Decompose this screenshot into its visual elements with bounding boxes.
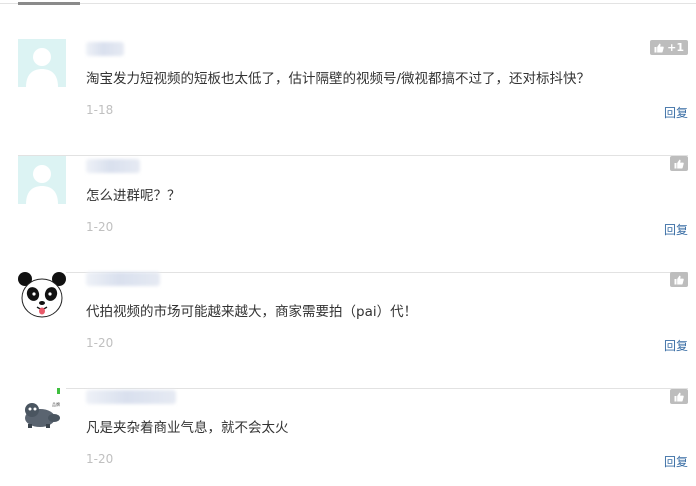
username[interactable] bbox=[86, 390, 176, 404]
comment-date: 1-20 bbox=[86, 336, 114, 350]
comment-item: 怎么进群呢？？ 1-20 回复 bbox=[0, 156, 696, 273]
username[interactable] bbox=[86, 159, 140, 173]
panda-avatar-icon bbox=[18, 272, 66, 320]
thumbs-up-icon bbox=[674, 392, 684, 401]
comment-text: 凡是夹杂着商业气息，就不会太火 bbox=[86, 420, 289, 436]
reply-link[interactable]: 回复 bbox=[664, 453, 688, 470]
comment-item: 代拍视频的市场可能越来越大，商家需要拍（pai）代！ 1-20 回复 bbox=[0, 272, 696, 389]
like-count: +1 bbox=[667, 41, 684, 54]
comment-date: 1-18 bbox=[86, 103, 114, 117]
comment-text: 淘宝发力短视频的短板也太低了，估计隔壁的视频号/微视都搞不过了，还对标抖快？ bbox=[86, 71, 591, 87]
default-user-icon bbox=[18, 156, 66, 204]
reply-link[interactable]: 回复 bbox=[664, 337, 688, 354]
top-divider bbox=[0, 3, 696, 4]
avatar[interactable]: 品牌 bbox=[18, 388, 66, 436]
thumbs-up-icon bbox=[674, 275, 684, 284]
thumbs-up-icon bbox=[654, 43, 664, 52]
comment-item: +1 淘宝发力短视频的短板也太低了，估计隔壁的视频号/微视都搞不过了，还对标抖快… bbox=[0, 39, 696, 156]
comment-text: 代拍视频的市场可能越来越大，商家需要拍（pai）代！ bbox=[86, 304, 418, 320]
avatar[interactable] bbox=[18, 156, 66, 204]
avatar[interactable] bbox=[18, 272, 66, 320]
reply-link[interactable]: 回复 bbox=[664, 104, 688, 121]
like-button[interactable] bbox=[670, 156, 688, 171]
default-user-icon bbox=[18, 39, 66, 87]
svg-text:品牌: 品牌 bbox=[52, 401, 60, 407]
like-button[interactable] bbox=[670, 389, 688, 404]
reply-link[interactable]: 回复 bbox=[664, 221, 688, 238]
toy-avatar-icon: 品牌 bbox=[18, 388, 66, 436]
comment-date: 1-20 bbox=[86, 220, 114, 234]
comment-date: 1-20 bbox=[86, 452, 114, 466]
comment-text: 怎么进群呢？？ bbox=[86, 188, 181, 204]
avatar[interactable] bbox=[18, 39, 66, 87]
username[interactable] bbox=[86, 272, 160, 286]
thumbs-up-icon bbox=[674, 159, 684, 168]
like-button[interactable]: +1 bbox=[650, 40, 688, 55]
username[interactable] bbox=[86, 42, 124, 56]
comment-item: 品牌 凡是夹杂着商业气息，就不会太火 1-20 回复 bbox=[0, 388, 696, 486]
active-tab-indicator bbox=[18, 2, 80, 5]
like-button[interactable] bbox=[670, 272, 688, 287]
